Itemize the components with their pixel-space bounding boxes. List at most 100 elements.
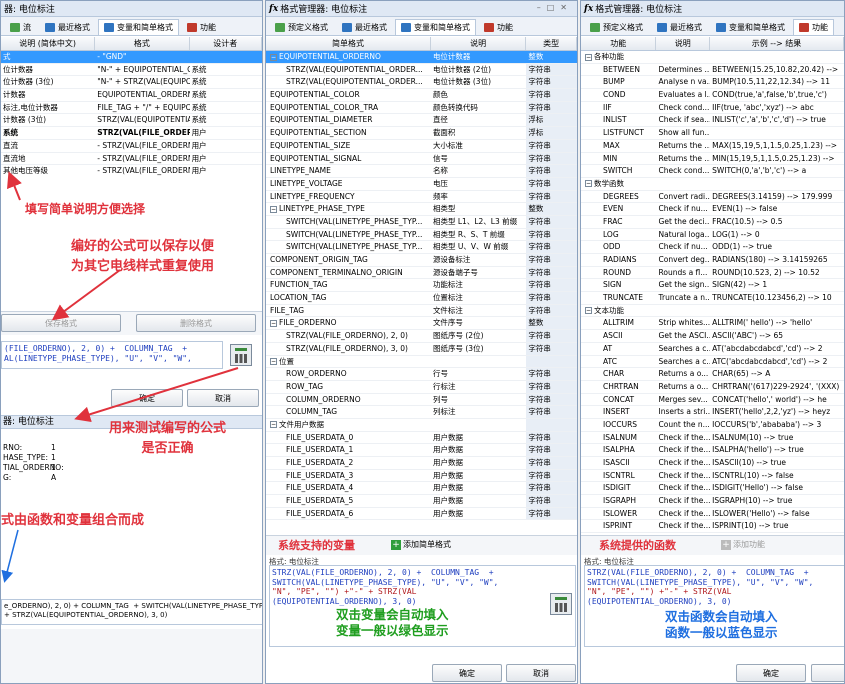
table-row[interactable]: ROW_ORDERNO 行号 字符串	[266, 368, 577, 381]
column-header-type[interactable]: 类型	[526, 37, 577, 50]
add-function-button[interactable]: + 添加功能	[721, 539, 765, 550]
table-row[interactable]: SWITCH Check cond... SWITCH(0,'a','b','c')…	[581, 165, 844, 178]
cancel-button[interactable]: 取消	[506, 664, 576, 682]
calculator-icon[interactable]	[550, 593, 572, 615]
collapse-icon[interactable]: −	[270, 421, 277, 429]
table-row[interactable]: ISDIGIT Check if the... ISDIGIT('Hello') -…	[581, 482, 844, 496]
table-row[interactable]: SWITCH(VAL(LINETYPE_PHASE_TYP... 相类型 U、V、…	[266, 241, 577, 254]
table-row[interactable]: EQUIPOTENTIAL_SIGNAL 信号 字符串	[266, 152, 577, 166]
collapse-icon[interactable]: −	[585, 307, 592, 315]
column-header-description[interactable]: 说明	[431, 37, 527, 50]
table-row[interactable]: EQUIPOTENTIAL_COLOR_TRA 颜色转换代码 字符串	[266, 101, 577, 115]
table-row[interactable]: EVEN Check if nu... EVEN(1) --> false	[581, 203, 844, 216]
table-row[interactable]: CHRTRAN Returns a o... CHRTRAN('(617)229-2…	[581, 381, 844, 394]
tab-functions[interactable]: 功能	[181, 19, 222, 35]
tree-group-row[interactable]: − 文件用户数据	[266, 418, 577, 432]
tree-group-row[interactable]: − 文本功能	[581, 305, 844, 318]
table-row[interactable]: FILE_TAG 文件标注 字符串	[266, 304, 577, 318]
table-row[interactable]: 计数器 (3位) STRZ(VAL(EQUIPOTENTIAL...系统	[1, 114, 262, 128]
table-row[interactable]: LOCATION_TAG 位置标注 字符串	[266, 292, 577, 305]
table-row[interactable]: 位计数器 (3位) "N-" + STRZ(VAL(EQUIPO... 系统	[1, 76, 262, 90]
column-header-function[interactable]: 功能	[581, 37, 657, 50]
cancel-button[interactable]	[811, 664, 844, 682]
ok-button[interactable]: 确定	[111, 389, 183, 407]
tab-recent[interactable]: 最近格式	[39, 19, 96, 35]
table-row[interactable]: CONCAT Merges sev... CONCAT('hello',' worl…	[581, 394, 844, 407]
table-row[interactable]: FILE_USERDATA_4 用户数据 字符串	[266, 482, 577, 496]
tree-group-row[interactable]: − 位置	[266, 355, 577, 369]
cancel-button[interactable]: 取消	[187, 389, 259, 407]
table-row[interactable]: 直流地 - STRZ(VAL(FILE_ORDERNO)...用户	[1, 153, 262, 166]
tab-variables[interactable]: 变量和简单格式	[395, 19, 476, 35]
window-controls[interactable]: –□✕	[537, 3, 573, 12]
table-row[interactable]: 计数器 EQUIPOTENTIAL_ORDERNO 系统	[1, 89, 262, 102]
table-row[interactable]: FILE_USERDATA_5 用户数据 字符串	[266, 495, 577, 508]
table-row[interactable]: ISALNUM Check if the... ISALNUM(10) --> tr…	[581, 432, 844, 445]
table-row[interactable]: FUNCTION_TAG 功能标注 字符串	[266, 279, 577, 293]
table-row[interactable]: FILE_USERDATA_1 用户数据 字符串	[266, 444, 577, 457]
table-row[interactable]: ISASCII Check if the... ISASCII(10) --> tr…	[581, 457, 844, 470]
tab-variables[interactable]: 变量和简单格式	[98, 19, 179, 35]
table-row[interactable]: 式 - "GND"	[1, 51, 262, 64]
collapse-icon[interactable]: −	[585, 180, 592, 188]
table-row[interactable]: IOCCURS Count the n... IOCCURS('b','ababab…	[581, 419, 844, 432]
table-row[interactable]: CHAR Returns a o... CHAR(65) --> A	[581, 368, 844, 381]
add-simple-format-button[interactable]: + 添加简单格式	[391, 539, 451, 550]
save-format-button[interactable]: 保存格式	[1, 314, 121, 332]
table-row[interactable]: 标注,电位计数器 FILE_TAG + "/" + EQUIPOT...系统	[1, 102, 262, 115]
formula-editor[interactable]: (FILE_ORDERNO), 2, 0) + COLUMN_TAG + AL(…	[1, 341, 223, 369]
tab-functions[interactable]: 功能	[478, 19, 519, 35]
table-row[interactable]: 位计数器 "N-" + EQUIPOTENTIAL_OR...系统	[1, 64, 262, 77]
tab-predefined[interactable]: 流	[4, 19, 37, 35]
table-row[interactable]: ROW_TAG 行标注 字符串	[266, 380, 577, 394]
table-row[interactable]: LINETYPE_FREQUENCY 频率 字符串	[266, 190, 577, 204]
ok-button[interactable]: 确定	[736, 664, 806, 682]
tree-group-row[interactable]: − LINETYPE_PHASE_TYPE 相类型 整数	[266, 203, 577, 216]
table-row[interactable]: MAX Returns the ... MAX(15,19,5,1,1.5,0.25…	[581, 140, 844, 153]
table-row[interactable]: ROUND Rounds a fl... ROUND(10.523, 2) --> …	[581, 267, 844, 280]
tab-recent[interactable]: 最近格式	[651, 19, 708, 35]
table-row[interactable]: INSERT Inserts a stri... INSERT('hello',2,…	[581, 406, 844, 419]
column-header-description[interactable]: 说明 (简体中文)	[1, 37, 96, 50]
ok-button[interactable]: 确定	[432, 664, 502, 682]
collapse-icon[interactable]: −	[270, 205, 277, 213]
table-row[interactable]: COMPONENT_TERMINALNO_ORIGIN 源设备端子号 字符串	[266, 266, 577, 280]
table-row[interactable]: IIF Check cond... IIF(true, 'abc','xyz') -…	[581, 102, 844, 115]
table-row[interactable]: EQUIPOTENTIAL_SECTION 截面积 浮标	[266, 127, 577, 140]
table-row[interactable]: AT Searches a c... AT('abcdabcdabcd','cd')…	[581, 343, 844, 356]
table-row[interactable]: 其他电压等级 - STRZ(VAL(FILE_ORDERNO)...用户	[1, 165, 262, 177]
table-row[interactable]: SWITCH(VAL(LINETYPE_PHASE_TYP... 相类型 L1、L…	[266, 215, 577, 229]
table-row[interactable]: INLIST Check if sea... INLIST('c','a','b',…	[581, 114, 844, 128]
column-header-designer[interactable]: 设计者	[190, 37, 262, 50]
table-row[interactable]: LISTFUNCT Show all fun...	[581, 127, 844, 140]
table-row[interactable]: RADIANS Convert deg... RADIANS(180) --> 3.…	[581, 254, 844, 267]
tab-recent[interactable]: 最近格式	[336, 19, 393, 35]
table-row[interactable]: FILE_USERDATA_0 用户数据 字符串	[266, 431, 577, 445]
table-row[interactable]: COLUMN_ORDERNO 列号 字符串	[266, 393, 577, 407]
table-row[interactable]: EQUIPOTENTIAL_SIZE 大小标准 字符串	[266, 139, 577, 153]
table-row[interactable]: FILE_USERDATA_3 用户数据 字符串	[266, 469, 577, 483]
collapse-icon[interactable]: −	[585, 53, 592, 61]
table-row[interactable]: ODD Check if nu... ODD(1) --> true	[581, 241, 844, 254]
table-row[interactable]: FILE_USERDATA_2 用户数据 字符串	[266, 457, 577, 470]
calculator-icon[interactable]	[230, 344, 252, 366]
table-row[interactable]: BETWEEN Determines ... BETWEEN(15.25,10.82…	[581, 64, 844, 77]
table-row[interactable]: EQUIPOTENTIAL_COLOR 颜色 字符串	[266, 89, 577, 102]
table-row[interactable]: COND Evaluates a l... COND(true,'a',false,…	[581, 89, 844, 102]
table-row[interactable]: LINETYPE_VOLTAGE 电压 字符串	[266, 177, 577, 191]
table-row[interactable]: FRAC Get the deci... FRAC(10.5) --> 0.5	[581, 216, 844, 229]
collapse-icon[interactable]: −	[270, 53, 277, 61]
table-row[interactable]: LOG Natural loga... LOG(1) --> 0	[581, 229, 844, 242]
table-row[interactable]: MIN Returns the ... MIN(15,19,5,1,1.5,0.25…	[581, 153, 844, 166]
table-row[interactable]: ISALPHA Check if the... ISALPHA('hello') -…	[581, 444, 844, 457]
tab-variables[interactable]: 变量和简单格式	[710, 19, 791, 35]
table-row[interactable]: ASCII Get the ASCI... ASCII('ABC') --> 65	[581, 330, 844, 343]
tab-predefined[interactable]: 预定义格式	[269, 19, 334, 35]
collapse-icon[interactable]: −	[270, 319, 277, 327]
table-row[interactable]: 直流 - STRZ(VAL(FILE_ORDERNO)...用户	[1, 140, 262, 153]
table-row[interactable]: EQUIPOTENTIAL_DIAMETER 直径 浮标	[266, 114, 577, 128]
table-row[interactable]: ISCNTRL Check if the... ISCNTRL(10) --> fa…	[581, 470, 844, 483]
table-row[interactable]: COMPONENT_ORIGIN_TAG 源设备标注 字符串	[266, 254, 577, 267]
tree-group-row[interactable]: − FILE_ORDERNO 文件序号 整数	[266, 317, 577, 331]
table-row[interactable]: ISPRINT Check if the... ISPRINT(10) --> tr…	[581, 520, 844, 533]
